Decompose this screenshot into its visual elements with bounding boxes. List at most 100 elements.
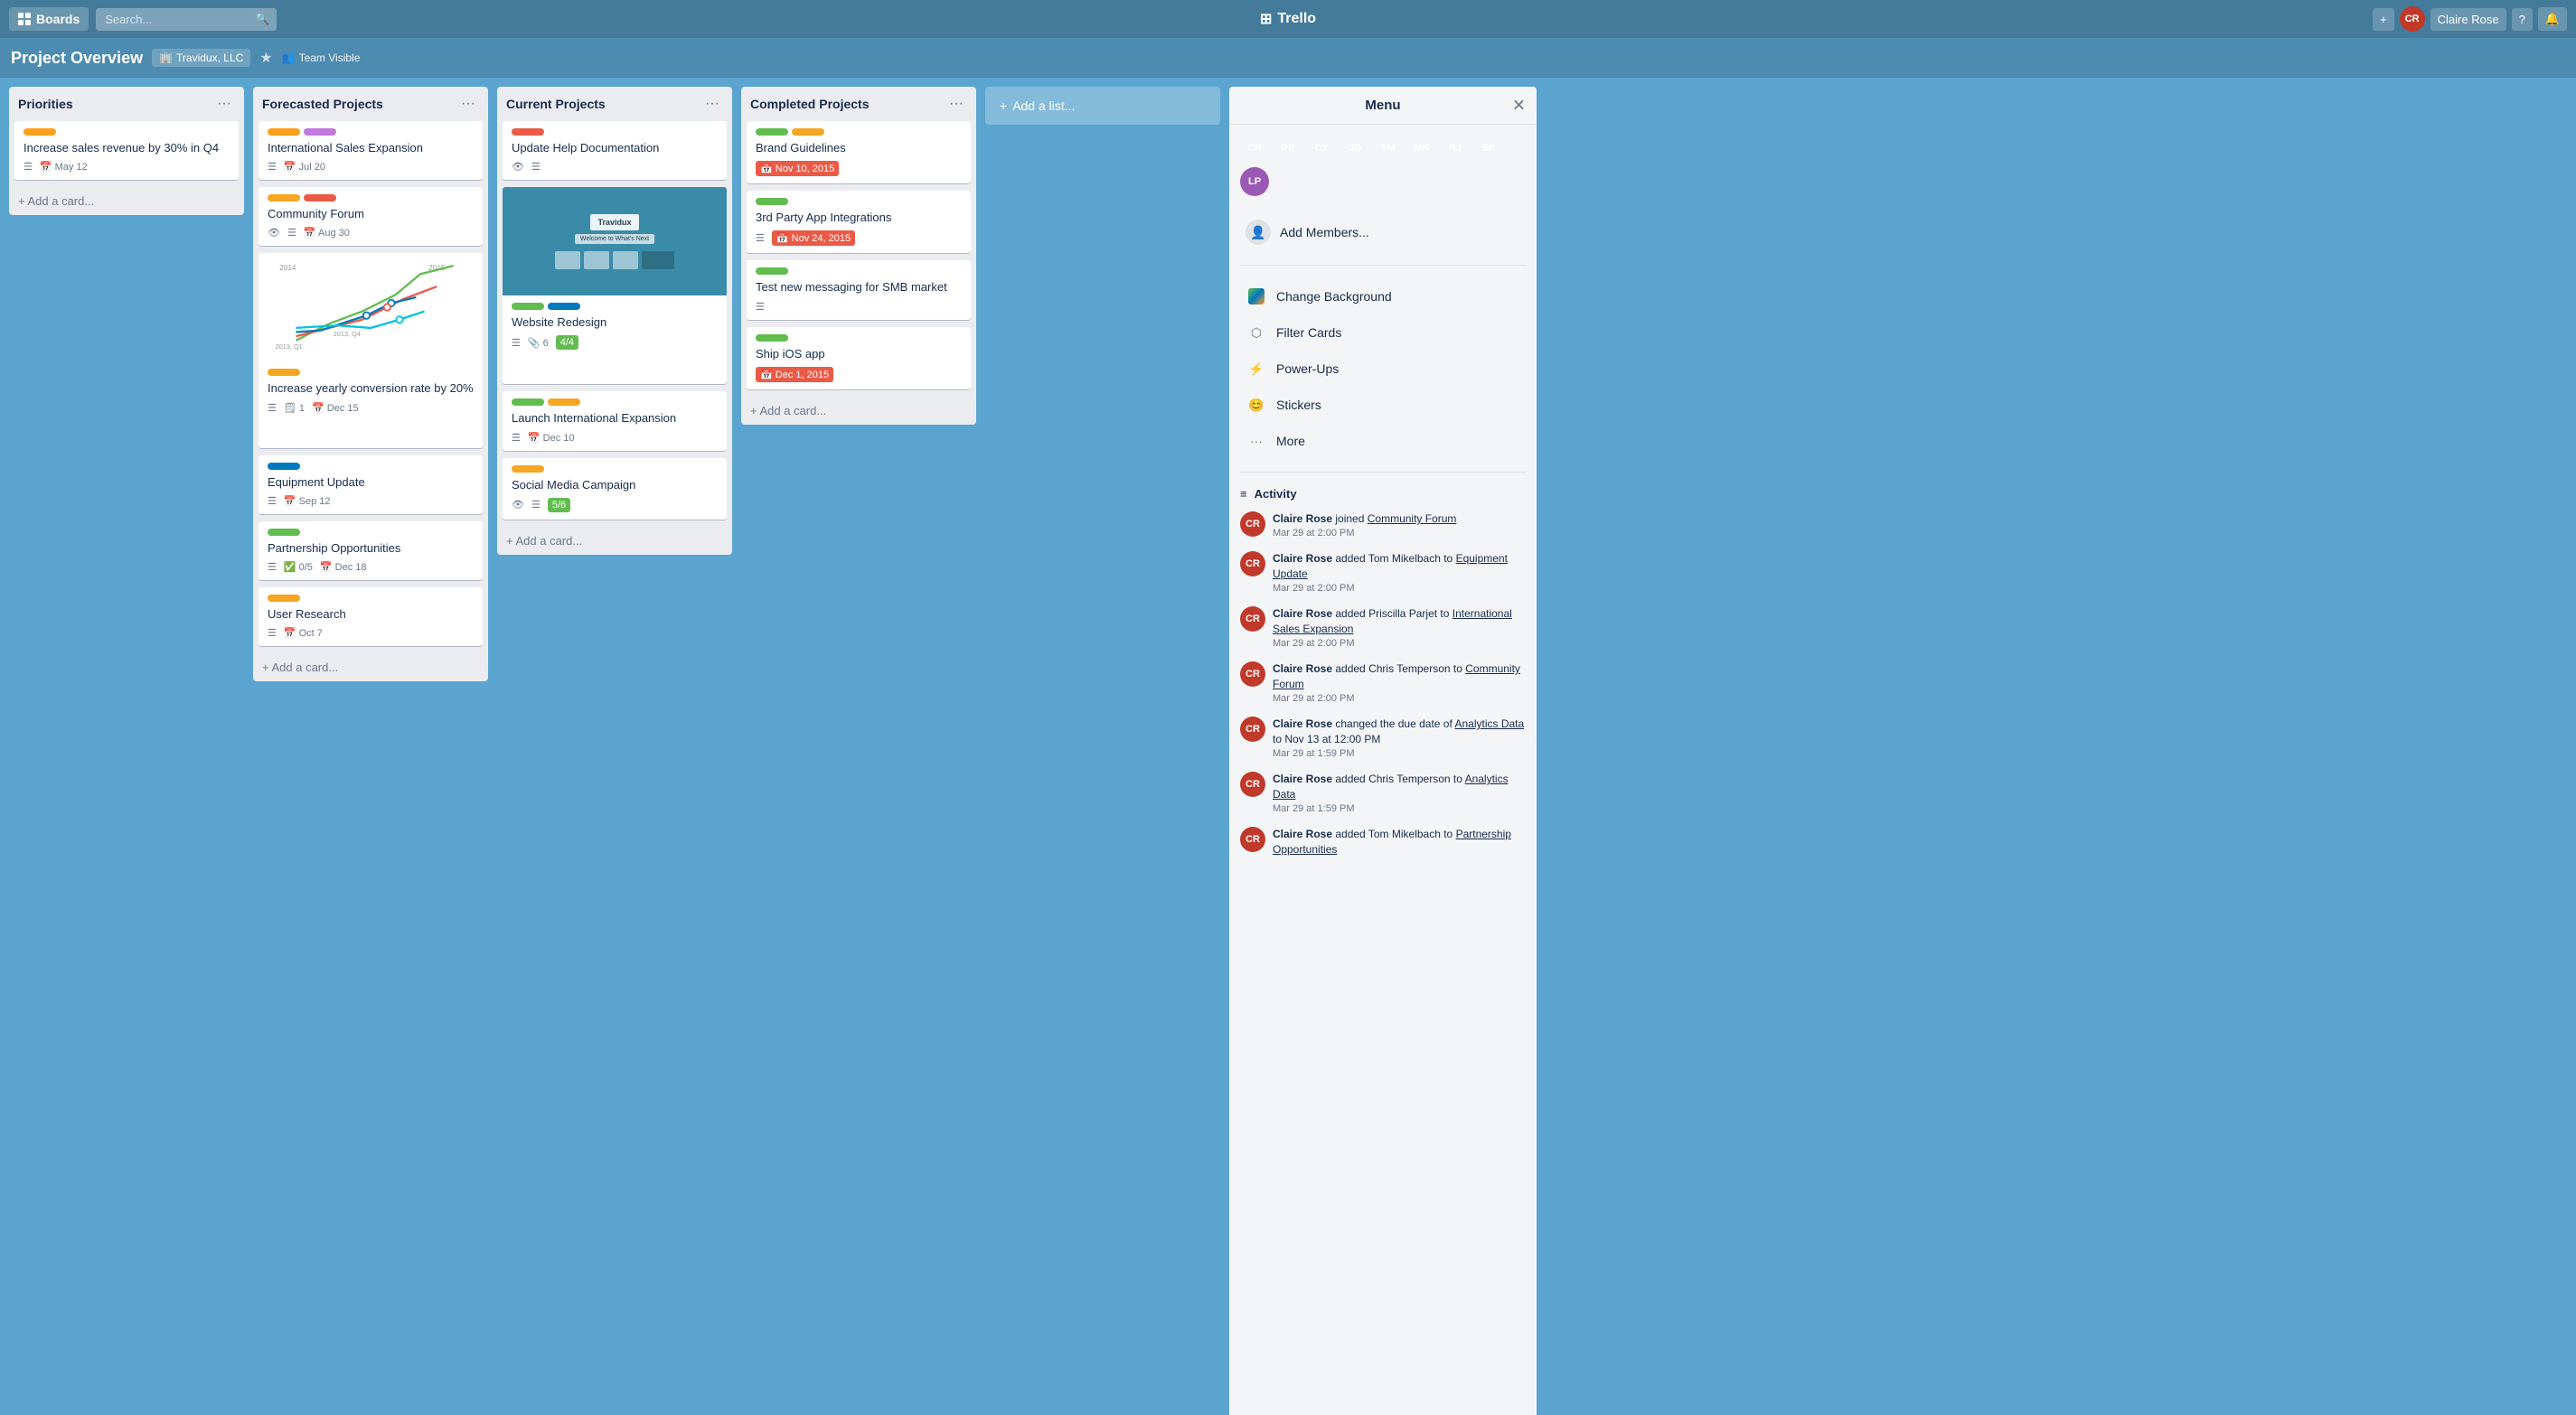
star-button[interactable]: ★ [259, 49, 272, 67]
due-badge: 📅 Nov 24, 2015 [772, 230, 855, 246]
search-input[interactable] [96, 8, 277, 31]
avatar: PP [696, 149, 719, 173]
card-avatars: PP [696, 149, 719, 173]
activity-time: Mar 29 at 2:00 PM [1273, 692, 1526, 706]
menu-avatar[interactable]: LP [1240, 167, 1269, 196]
card-meta: 📅 Nov 10, 2015 [756, 161, 962, 176]
card-meta: ☰ ✅ 0/5 📅 Dec 18 [268, 561, 474, 573]
card-intl-sales[interactable]: International Sales Expansion ☰ 📅 Jul 20… [259, 121, 483, 180]
avatar: TM [452, 483, 475, 507]
activity-content: Claire Rose changed the due date of Anal… [1273, 717, 1526, 761]
activity-user: Claire Rose [1273, 512, 1332, 525]
card-community-forum[interactable]: Community Forum 👁 ☰ 📅 Aug 30 TM CT [259, 187, 483, 246]
checklist-icon: ☰ [287, 227, 296, 239]
menu-close-button[interactable]: ✕ [1512, 96, 1526, 115]
menu-avatar[interactable]: CR [1240, 134, 1269, 163]
card-title: 3rd Party App Integrations [756, 210, 962, 226]
card-conversion-rate[interactable]: 2014 2015 2013, Q1 2013, Q4 [259, 253, 483, 447]
card-increase-sales[interactable]: Increase sales revenue by 30% in Q4 ☰ 📅 … [14, 121, 239, 180]
card-partnership[interactable]: Partnership Opportunities ☰ ✅ 0/5 📅 Dec … [259, 521, 483, 580]
card-user-research[interactable]: User Research ☰ 📅 Oct 7 CR [259, 587, 483, 646]
card-meta: 📅 Dec 1, 2015 [756, 367, 962, 382]
more-item[interactable]: ··· More [1240, 423, 1526, 459]
menu-avatar[interactable]: SK [1474, 134, 1503, 163]
avatar: CR [426, 149, 449, 173]
checklist-icon: ☰ [268, 495, 277, 507]
add-card-current[interactable]: + Add a card... [497, 527, 732, 555]
board-org[interactable]: 🏢 Travidux, LLC [152, 49, 250, 67]
stickers-item[interactable]: 😊 Stickers [1240, 387, 1526, 423]
label-green [756, 128, 788, 136]
card-equipment-update[interactable]: Equipment Update ☰ 📅 Sep 12 MK TM [259, 455, 483, 514]
label-green [756, 334, 788, 342]
add-card-priorities[interactable]: + Add a card... [9, 187, 244, 215]
list-header-current: Current Projects ··· [497, 87, 732, 121]
board-title: Project Overview [11, 49, 143, 68]
activity-content: Claire Rose added Tom Mikelbach to Equip… [1273, 551, 1526, 595]
card-labels [268, 529, 474, 536]
card-3rd-party[interactable]: 3rd Party App Integrations ☰ 📅 Nov 24, 2… [747, 191, 971, 253]
avatar: TM [670, 489, 693, 512]
activity-time: Mar 29 at 1:59 PM [1273, 747, 1526, 761]
checklist-icon: ☰ [531, 161, 541, 173]
list-cards-forecasted: International Sales Expansion ☰ 📅 Jul 20… [253, 121, 488, 653]
activity-link[interactable]: Community Forum [1368, 512, 1457, 525]
activity-item: CR Claire Rose added Chris Temperson to … [1240, 661, 1526, 706]
list-menu-forecasted[interactable]: ··· [457, 94, 479, 114]
filter-cards-item[interactable]: ⬡ Filter Cards [1240, 314, 1526, 351]
card-meta: 👁 ☰ [512, 161, 718, 173]
menu-avatar[interactable]: MK [1407, 134, 1436, 163]
add-card-forecasted[interactable]: + Add a card... [253, 653, 488, 681]
menu-avatar[interactable]: TM [1374, 134, 1403, 163]
card-avatars: MK TM CT [644, 489, 719, 512]
menu-avatar[interactable]: JD [1340, 134, 1369, 163]
add-members-button[interactable]: 👤 Add Members... [1240, 212, 1526, 252]
card-social-media[interactable]: Social Media Campaign 👁 ☰ 5/6 MK TM CT [503, 458, 727, 520]
card-labels [268, 463, 474, 470]
label-orange [24, 128, 56, 136]
card-meta: ☰ 📅 May 12 [24, 161, 230, 173]
card-avatars: JD [268, 417, 474, 441]
card-labels [268, 595, 474, 602]
add-button[interactable]: + [2373, 8, 2394, 31]
card-website-redesign[interactable]: Travidux Welcome to What's Next [503, 187, 727, 384]
add-list-button[interactable]: + Add a list... [985, 87, 1220, 125]
card-chart: 2014 2015 2013, Q1 2013, Q4 [259, 253, 483, 361]
card-help-docs[interactable]: Update Help Documentation 👁 ☰ PP [503, 121, 727, 180]
checklist-badge: 4/4 [556, 335, 578, 350]
activity-link[interactable]: Analytics Data [1454, 717, 1524, 730]
menu-avatar[interactable]: CT [1307, 134, 1336, 163]
user-name-button[interactable]: Claire Rose [2430, 8, 2506, 31]
help-button[interactable]: ? [2512, 8, 2533, 31]
avatar: TM [452, 549, 475, 573]
boards-button[interactable]: Boards [9, 7, 89, 31]
list-menu-priorities[interactable]: ··· [213, 94, 235, 114]
user-avatar[interactable]: CR [2400, 6, 2425, 32]
label-green [512, 398, 544, 406]
change-background-label: Change Background [1276, 289, 1392, 304]
activity-item: CR Claire Rose added Tom Mikelbach to Pa… [1240, 827, 1526, 857]
notifications-button[interactable]: 🔔 [2538, 7, 2567, 31]
list-menu-completed[interactable]: ··· [945, 94, 967, 114]
menu-panel: Menu ✕ CR PP CT JD TM MK RJ SK LP 👤 Add … [1229, 87, 1537, 1415]
menu-avatar[interactable]: PP [1274, 134, 1302, 163]
label-yellow [792, 128, 824, 136]
list-menu-current[interactable]: ··· [701, 94, 723, 114]
change-background-item[interactable]: Change Background [1240, 278, 1526, 314]
card-ship-ios[interactable]: Ship iOS app 📅 Dec 1, 2015 [747, 327, 971, 389]
add-card-completed[interactable]: + Add a card... [741, 397, 976, 425]
watch-icon: 👁 [268, 227, 280, 239]
menu-avatar[interactable]: RJ [1441, 134, 1470, 163]
power-ups-item[interactable]: ⚡ Power-Ups [1240, 351, 1526, 387]
due-date: 📅 May 12 [40, 161, 88, 173]
activity-avatar: CR [1240, 661, 1265, 687]
card-test-messaging[interactable]: Test new messaging for SMB market ☰ [747, 260, 971, 319]
card-avatars: CT JD [512, 353, 718, 377]
power-ups-icon: ⚡ [1246, 358, 1267, 380]
due-date: 📅 Dec 18 [320, 561, 367, 573]
avatar: JD [694, 353, 718, 377]
card-labels [756, 334, 962, 342]
card-launch-intl[interactable]: Launch International Expansion ☰ 📅 Dec 1… [503, 391, 727, 450]
card-brand-guidelines[interactable]: Brand Guidelines 📅 Nov 10, 2015 [747, 121, 971, 183]
card-body: Increase yearly conversion rate by 20% ☰… [259, 361, 483, 447]
